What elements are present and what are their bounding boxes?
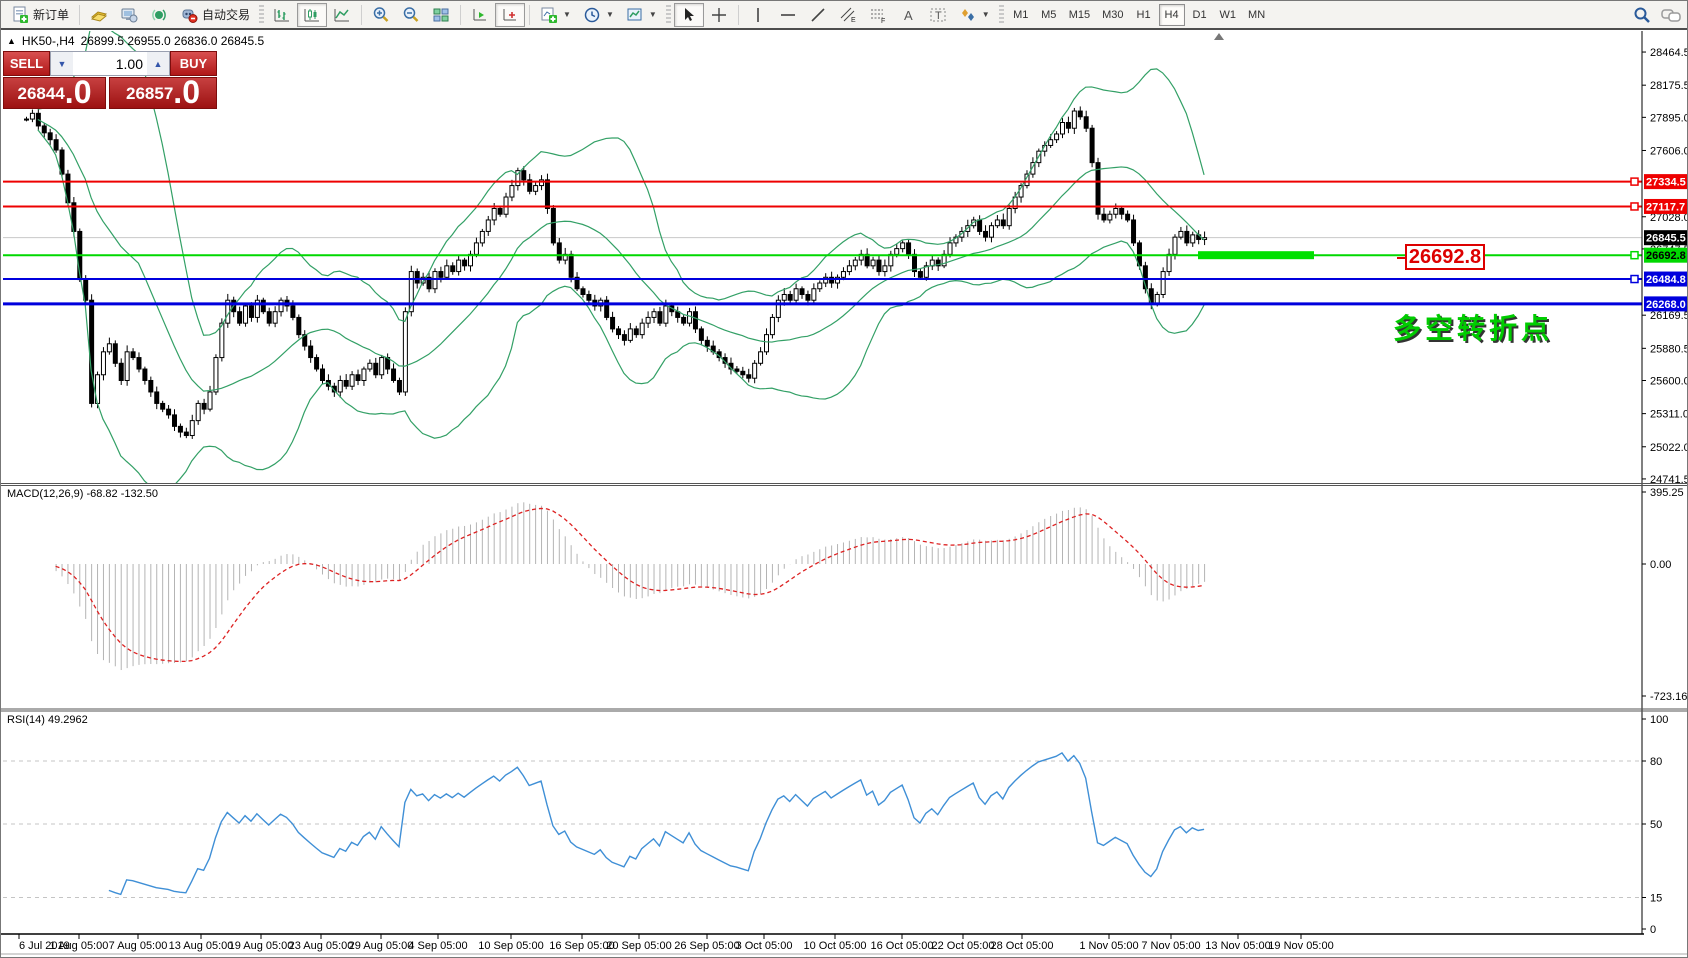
price-axis: 28464.528175.527895.027606.027028.026747… (1642, 47, 1688, 486)
turning-point-note[interactable]: 多空转折点 (1393, 307, 1553, 347)
svg-text:25311.0: 25311.0 (1650, 409, 1688, 421)
svg-text:27334.5: 27334.5 (1646, 177, 1686, 189)
macd-header: MACD(12,26,9) -68.82 -132.50 (7, 488, 159, 500)
svg-text:29 Aug 05:00: 29 Aug 05:00 (349, 940, 414, 952)
chart-symbol-period: HK50-,H4 (21, 34, 75, 48)
svg-text:23 Aug 05:00: 23 Aug 05:00 (289, 940, 354, 952)
svg-text:7 Nov 05:00: 7 Nov 05:00 (1141, 940, 1200, 952)
svg-text:20 Sep 05:00: 20 Sep 05:00 (606, 940, 671, 952)
svg-text:16 Sep 05:00: 16 Sep 05:00 (549, 940, 614, 952)
svg-text:13 Nov 05:00: 13 Nov 05:00 (1205, 940, 1270, 952)
scroll-marker-icon (1214, 33, 1224, 40)
rsi-axis: 100 80 50 15 0 (1642, 714, 1668, 936)
svg-text:100: 100 (1650, 714, 1668, 726)
svg-text:22 Oct 05:00: 22 Oct 05:00 (932, 940, 995, 952)
svg-text:0.00: 0.00 (1650, 559, 1671, 571)
svg-text:25600.0: 25600.0 (1650, 375, 1688, 387)
one-click-trading-panel: SELL ▼ ▲ BUY 26844 .0 26857 .0 (3, 51, 217, 109)
svg-text:26268.0: 26268.0 (1646, 299, 1686, 311)
svg-text:1 Aug 05:00: 1 Aug 05:00 (50, 940, 109, 952)
svg-text:28 Oct 05:00: 28 Oct 05:00 (991, 940, 1054, 952)
volume-control: ▼ ▲ (50, 51, 170, 76)
svg-text:27606.0: 27606.0 (1650, 145, 1688, 157)
svg-text:19 Nov 05:00: 19 Nov 05:00 (1268, 940, 1333, 952)
macd-pane (55, 502, 1206, 671)
svg-text:27117.7: 27117.7 (1646, 201, 1685, 213)
svg-text:16 Oct 05:00: 16 Oct 05:00 (871, 940, 934, 952)
svg-text:4 Sep 05:00: 4 Sep 05:00 (408, 940, 467, 952)
buy-price[interactable]: 26857 .0 (109, 74, 217, 110)
svg-text:0: 0 (1650, 924, 1656, 936)
sell-button[interactable]: SELL (3, 51, 50, 76)
svg-text:25880.5: 25880.5 (1650, 343, 1688, 355)
svg-text:28464.5: 28464.5 (1650, 47, 1688, 59)
svg-text:15: 15 (1650, 893, 1662, 905)
chart-svg: 28464.528175.527895.027606.027028.026747… (1, 31, 1688, 955)
svg-text:3 Oct 05:00: 3 Oct 05:00 (736, 940, 793, 952)
sell-price-big-digit: .0 (64, 74, 92, 110)
svg-text:28175.5: 28175.5 (1650, 80, 1688, 92)
rsi-header: RSI(14) 49.2962 (7, 714, 88, 726)
svg-text:26692.8: 26692.8 (1646, 250, 1686, 262)
svg-text:1 Nov 05:00: 1 Nov 05:00 (1079, 940, 1138, 952)
svg-text:26169.5: 26169.5 (1650, 310, 1688, 322)
buy-button[interactable]: BUY (170, 51, 217, 76)
support-zone (1198, 251, 1314, 260)
svg-text:26845.5: 26845.5 (1646, 233, 1686, 245)
svg-text:24741.5: 24741.5 (1650, 474, 1688, 486)
svg-text:26484.8: 26484.8 (1646, 274, 1686, 286)
volume-increase-button[interactable]: ▲ (147, 52, 169, 75)
buy-price-big-digit: .0 (173, 74, 200, 110)
price-callout-box[interactable]: 26692.8 (1397, 244, 1485, 270)
svg-text:10 Oct 05:00: 10 Oct 05:00 (804, 940, 867, 952)
svg-text:-723.16: -723.16 (1650, 691, 1687, 703)
svg-text:50: 50 (1650, 819, 1662, 831)
collapse-triangle-icon: ▲ (7, 36, 16, 46)
svg-text:7 Aug 05:00: 7 Aug 05:00 (109, 940, 168, 952)
svg-text:25022.0: 25022.0 (1650, 442, 1688, 454)
svg-text:10 Sep 05:00: 10 Sep 05:00 (478, 940, 543, 952)
sell-price[interactable]: 26844 .0 (3, 74, 106, 110)
svg-text:13 Aug 05:00: 13 Aug 05:00 (169, 940, 234, 952)
sell-price-main: 26844 (17, 84, 65, 103)
svg-text:26 Sep 05:00: 26 Sep 05:00 (674, 940, 739, 952)
volume-input[interactable] (73, 52, 147, 75)
macd-axis: 395.25 0.00 -723.16 (1642, 487, 1687, 703)
chart-ohlc-values: 26899.5 26955.0 26836.0 26845.5 (80, 34, 265, 48)
volume-decrease-button[interactable]: ▼ (51, 52, 73, 75)
svg-text:80: 80 (1650, 756, 1662, 768)
chart-title: ▲ HK50-,H4 26899.5 26955.0 26836.0 26845… (7, 34, 264, 48)
rsi-pane (3, 751, 1642, 898)
svg-text:27895.0: 27895.0 (1650, 112, 1688, 124)
svg-text:395.25: 395.25 (1650, 487, 1684, 499)
svg-text:19 Aug 05:00: 19 Aug 05:00 (229, 940, 294, 952)
mt4-window: 新订单 自动交易 ▼ ▼ ▼ E F A T ▼ M1 M5 M15 M30 H… (0, 0, 1688, 958)
time-axis: 6 Jul 20191 Aug 05:00 7 Aug 05:00 13 Aug 0… (18, 934, 1334, 952)
buy-price-main: 26857 (126, 84, 174, 103)
chart-canvas[interactable]: 28464.528175.527895.027606.027028.026747… (1, 30, 1687, 957)
